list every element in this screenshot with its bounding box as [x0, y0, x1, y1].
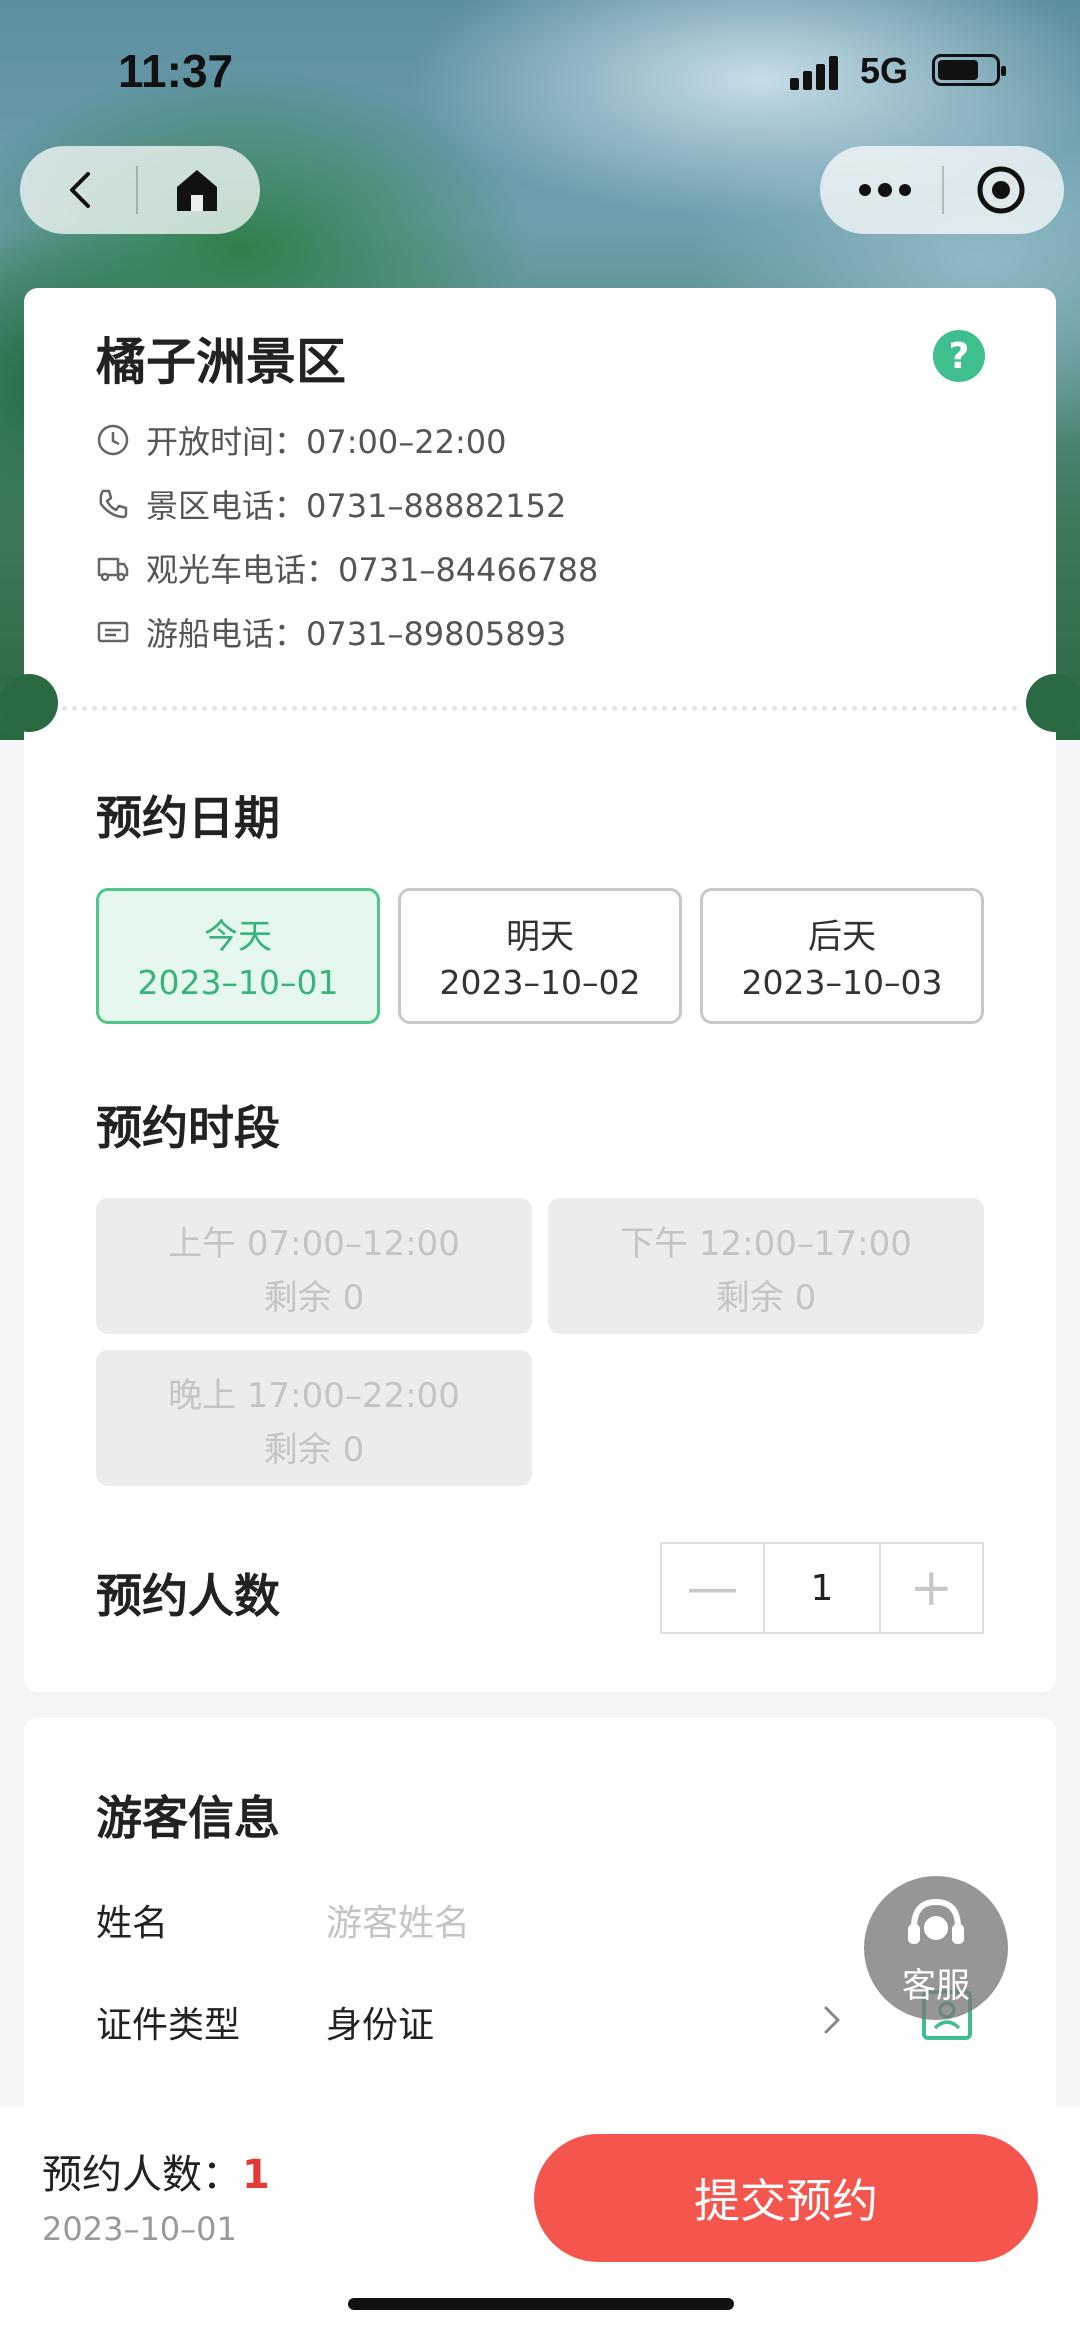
bus-phone-row[interactable]: 观光车电话：0731–84466788	[96, 548, 599, 589]
home-indicator	[348, 2298, 734, 2310]
help-button[interactable]: ?	[933, 330, 985, 382]
date-option-label: 明天	[506, 917, 574, 957]
more-dots-icon	[859, 183, 911, 197]
name-input[interactable]: 游客姓名	[326, 1894, 470, 1946]
signal-icon	[790, 54, 842, 90]
nav-capsule-right	[820, 146, 1064, 234]
bus-phone-text: 观光车电话：0731–84466788	[146, 551, 599, 589]
more-button[interactable]	[840, 146, 930, 234]
date-section-title: 预约日期	[96, 791, 280, 845]
date-option-tomorrow[interactable]: 明天 2023–10–02	[398, 888, 682, 1024]
slot-time: 下午 12:00–17:00	[620, 1224, 912, 1264]
network-type: 5G	[860, 50, 909, 91]
ticket-icon	[97, 621, 129, 643]
slot-remaining: 剩余 0	[715, 1278, 817, 1318]
slot-morning[interactable]: 上午 07:00–12:00 剩余 0	[96, 1198, 532, 1334]
boat-phone-row[interactable]: 游船电话：0731–89805893	[96, 612, 567, 653]
booking-count-value: 1	[242, 2152, 270, 2198]
customer-service-button[interactable]: 客服	[864, 1876, 1008, 2020]
headset-icon	[908, 1898, 964, 1944]
increment-button[interactable]: +	[881, 1544, 982, 1632]
name-label: 姓名	[96, 1903, 169, 1944]
date-option-date: 2023–10–01	[137, 963, 339, 1002]
booking-date-summary: 2023–10–01	[42, 2210, 237, 2248]
people-count-value[interactable]: 1	[765, 1544, 881, 1632]
status-time: 11:37	[118, 45, 234, 97]
phone-row[interactable]: 景区电话：0731–88882152	[96, 484, 567, 525]
slot-section-title: 预约时段	[96, 1101, 280, 1155]
ticket-notch-left	[0, 674, 58, 732]
target-circle-icon	[977, 166, 1025, 214]
date-option-date: 2023–10–03	[741, 963, 943, 1002]
id-type-select[interactable]: 身份证	[326, 1996, 434, 2048]
date-option-date: 2023–10–02	[439, 963, 641, 1002]
phone-text: 景区电话：0731–88882152	[146, 487, 567, 525]
slot-remaining: 剩余 0	[263, 1430, 365, 1470]
close-miniprogram-button[interactable]	[956, 146, 1046, 234]
ticket-notch-right	[1026, 674, 1080, 732]
status-bar: 11:37 5G	[0, 0, 1080, 140]
visitor-section-title: 游客信息	[96, 1791, 280, 1845]
open-hours-text: 开放时间：07:00–22:00	[146, 423, 507, 461]
slot-afternoon[interactable]: 下午 12:00–17:00 剩余 0	[548, 1198, 984, 1334]
date-option-label: 今天	[204, 917, 272, 957]
decrement-button[interactable]: —	[662, 1544, 766, 1632]
slot-remaining: 剩余 0	[263, 1278, 365, 1318]
open-hours-row: 开放时间：07:00–22:00	[96, 420, 507, 461]
bus-icon	[97, 557, 129, 582]
ticket-divider	[62, 706, 1018, 711]
date-option-today[interactable]: 今天 2023–10–01	[96, 888, 380, 1024]
chevron-left-icon	[70, 172, 90, 208]
scenic-name: 橘子洲景区	[96, 333, 346, 391]
people-section-title: 预约人数	[96, 1569, 280, 1623]
date-option-label: 后天	[808, 917, 876, 957]
submit-booking-button[interactable]: 提交预约	[534, 2134, 1038, 2262]
phone-icon	[99, 489, 128, 519]
customer-service-label: 客服	[902, 1966, 970, 2006]
battery-icon	[932, 54, 1006, 86]
date-option-day-after[interactable]: 后天 2023–10–03	[700, 888, 984, 1024]
home-icon	[177, 170, 217, 211]
id-type-label: 证件类型	[96, 2005, 241, 2046]
clock-icon	[97, 424, 129, 456]
boat-phone-text: 游船电话：0731–89805893	[146, 615, 567, 653]
booking-count-label: 预约人数：	[42, 2152, 242, 2198]
booking-count-summary: 预约人数：1	[42, 2142, 270, 2200]
nav-capsule-left	[20, 146, 260, 234]
slot-time: 上午 07:00–12:00	[168, 1224, 460, 1264]
chevron-right-icon	[824, 2006, 840, 2034]
people-stepper: — 1 +	[660, 1542, 984, 1634]
slot-evening[interactable]: 晚上 17:00–22:00 剩余 0	[96, 1350, 532, 1486]
slot-time: 晚上 17:00–22:00	[168, 1376, 460, 1416]
home-button[interactable]	[150, 146, 244, 234]
back-button[interactable]	[40, 146, 120, 234]
